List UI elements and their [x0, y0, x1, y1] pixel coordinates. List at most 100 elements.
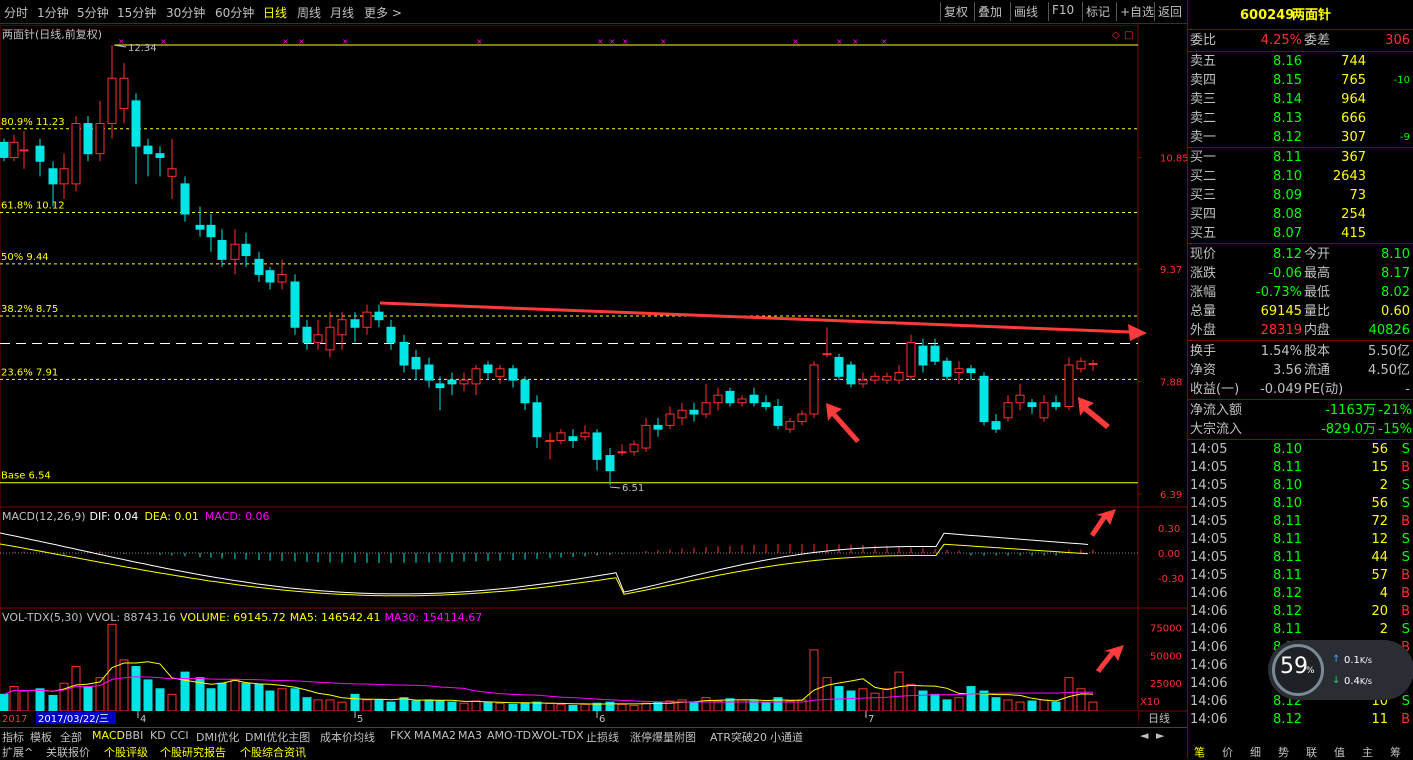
high-label: 12.34	[128, 43, 157, 54]
indicator-tabs: 指标 模板 全部 MACD BBI KD CCI DMI优化 DMI优化主图 成本价均线 FKX MA…	[0, 727, 1187, 744]
event-mark[interactable]: ×	[298, 37, 305, 46]
volume-bar	[167, 693, 177, 712]
candle-body	[95, 122, 105, 155]
sell-vol: 765	[1341, 73, 1366, 88]
indicator-tab-10[interactable]: FKX	[390, 729, 411, 742]
indicator-tab-6[interactable]: CCI	[170, 729, 189, 742]
candle-body	[337, 319, 347, 336]
event-mark[interactable]: ×	[160, 37, 167, 46]
candle-body	[834, 356, 844, 377]
event-mark[interactable]: ×	[836, 37, 843, 46]
candle-body	[277, 273, 287, 283]
event-mark[interactable]: ×	[609, 37, 616, 46]
stock-header: 600249 两面针	[1188, 6, 1413, 25]
fund-label: 流通	[1304, 363, 1331, 378]
indicator-tab-2[interactable]: 全部	[60, 729, 82, 745]
event-mark[interactable]: ×	[792, 37, 799, 46]
candle-body	[155, 153, 165, 158]
macd-axis-label-2: -0.30	[1158, 574, 1184, 585]
volume-bar	[48, 694, 58, 712]
volume-bar	[1003, 699, 1013, 712]
tick-time: 14:05	[1190, 550, 1228, 565]
period-tab-4[interactable]: 30分钟	[166, 4, 205, 21]
toolbar-button-2[interactable]: 画线	[1010, 2, 1041, 21]
candle-body	[894, 372, 904, 381]
tick-price: 8.11	[1273, 550, 1302, 565]
event-mark[interactable]: ×	[118, 37, 125, 46]
scroll-left-icon[interactable]: ◄	[1140, 729, 1148, 742]
toolbar-button-1[interactable]: 叠加	[974, 2, 1005, 21]
event-mark[interactable]: ×	[342, 37, 349, 46]
network-gauge[interactable]: 59 % ↑ 0.1K/s ↓ 0.4K/s	[1268, 640, 1413, 700]
tick-time: 14:06	[1190, 622, 1228, 637]
candle-body	[48, 168, 58, 185]
indicator-tab-15[interactable]: VOL-TDX	[536, 729, 584, 742]
quote-row-4: 外盘 28319 内盘 40826	[1188, 321, 1413, 340]
toolbar-button-4[interactable]: 标记	[1082, 2, 1113, 21]
month-label-1: 5	[357, 714, 363, 725]
event-mark[interactable]: ×	[852, 37, 859, 46]
date-cursor[interactable]: 2017/03/22/三	[38, 714, 109, 725]
period-tab-5[interactable]: 60分钟	[215, 4, 254, 21]
indicator-tab-1[interactable]: 模板	[30, 729, 52, 745]
volume-bar	[483, 701, 493, 712]
candle-body	[954, 368, 964, 374]
candles	[0, 45, 1098, 485]
indicator-tab-12[interactable]: MA2	[432, 729, 456, 742]
period-tab-1[interactable]: 1分钟	[37, 4, 69, 21]
indicator-tab-18[interactable]: ATR突破20	[710, 729, 767, 745]
indicator-tab-19[interactable]: 小通道	[770, 729, 803, 745]
toolbar-button-6[interactable]: 返回	[1154, 2, 1185, 21]
volume-bar	[337, 701, 347, 712]
event-mark[interactable]: ×	[881, 37, 888, 46]
price-axis-label-1: 9.37	[1160, 265, 1182, 276]
candle-body	[350, 319, 360, 328]
tick-side: S	[1401, 532, 1410, 547]
scroll-right-icon[interactable]: ►	[1156, 729, 1164, 742]
indicator-tab-7[interactable]: DMI优化	[196, 729, 239, 745]
indicator-tab-0[interactable]: 指标	[2, 729, 24, 745]
period-tab-9[interactable]: 更多 >	[364, 4, 402, 21]
toolbar-button-5[interactable]: +自选	[1116, 2, 1157, 21]
period-tab-7[interactable]: 周线	[297, 4, 321, 21]
indicator-tab-14[interactable]: AMO-TDX	[487, 729, 539, 742]
volume-bar	[350, 693, 360, 712]
indicator-tab-9[interactable]: 成本价均线	[320, 729, 375, 745]
event-mark[interactable]: ×	[282, 37, 289, 46]
candle-body	[1027, 402, 1037, 408]
indicator-tab-8[interactable]: DMI优化主图	[245, 729, 310, 745]
gauge-percent: 59	[1280, 654, 1308, 679]
indicator-tab-4[interactable]: BBI	[125, 729, 143, 742]
tick-side: B	[1401, 586, 1410, 601]
event-mark[interactable]: ×	[660, 37, 667, 46]
candle-body	[362, 311, 372, 328]
event-mark[interactable]: ×	[597, 37, 604, 46]
flow-row-0: 净流入额 -1163万 -21%	[1188, 401, 1413, 420]
period-tab-0[interactable]: 分时	[4, 4, 28, 21]
close-icon[interactable]: □	[1124, 30, 1133, 41]
event-mark[interactable]: ×	[476, 37, 483, 46]
period-tab-6[interactable]: 日线	[263, 4, 287, 21]
period-tab-8[interactable]: 月线	[330, 4, 354, 21]
period-tab-2[interactable]: 5分钟	[77, 4, 109, 21]
flow-pct: -21%	[1378, 403, 1412, 418]
candle-body	[761, 402, 771, 408]
indicator-tab-3[interactable]: MACD	[92, 729, 125, 742]
indicator-tab-13[interactable]: MA3	[458, 729, 482, 742]
event-mark[interactable]: ×	[622, 37, 629, 46]
candle-body	[1003, 402, 1013, 419]
low-label: 6.51	[622, 483, 644, 494]
vol-axis-label-1: 50000	[1150, 651, 1182, 662]
period-tab-3[interactable]: 15分钟	[117, 4, 156, 21]
candle-body	[991, 421, 1001, 430]
indicator-tab-5[interactable]: KD	[150, 729, 166, 742]
indicator-tab-17[interactable]: 涨停爆量附图	[630, 729, 696, 745]
toolbar-button-3[interactable]: F10	[1048, 2, 1077, 21]
tick-row-8: 14:06 8.12 4 B	[1188, 585, 1413, 603]
expand-icon[interactable]: ◇	[1112, 30, 1120, 41]
indicator-tab-11[interactable]: MA	[414, 729, 431, 742]
fund-label: PE(动)	[1304, 382, 1344, 397]
volume-bar	[1064, 677, 1074, 712]
toolbar-button-0[interactable]: 复权	[940, 2, 971, 21]
indicator-tab-16[interactable]: 止损线	[586, 729, 619, 745]
